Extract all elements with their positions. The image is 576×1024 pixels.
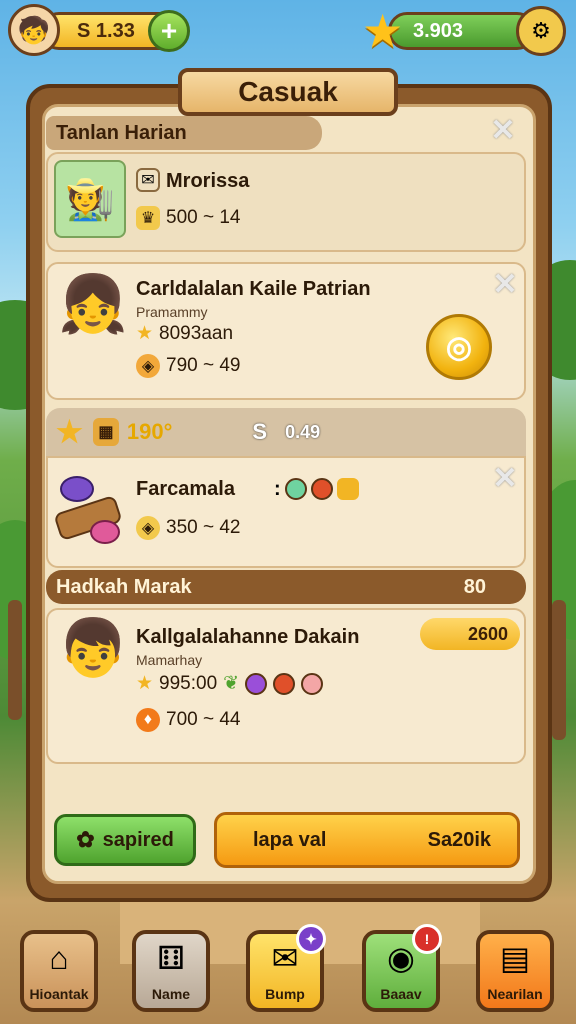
card-name: Farcamala	[136, 478, 235, 500]
nav-baaav[interactable]: ◉ Baaav !	[362, 924, 442, 1012]
close-icon[interactable]: ✕	[492, 270, 518, 300]
coin-reward-icon[interactable]: ◎	[426, 314, 492, 380]
coins-icon: ◉	[387, 940, 415, 976]
panel-title: Casuak	[178, 68, 398, 116]
market-section-header: Hadkah Marak 80	[46, 570, 526, 604]
list-item[interactable]: Farcamala : ◈ 350 ~ 42 ✕	[46, 456, 526, 568]
confirm-button[interactable]: lapa val Sa20ik	[214, 812, 520, 868]
nav-bump[interactable]: ✉ Bump ✦	[246, 924, 326, 1012]
list-item[interactable]: 👧 Carldalalan Kaile Patrian Pramammy ★ 8…	[46, 262, 526, 400]
card-icon: ▤	[499, 940, 531, 976]
card-name: Mrorissa	[166, 170, 250, 192]
player-avatar[interactable]: 🧒	[8, 4, 60, 56]
nav-home[interactable]: ⌂ Hioantak	[20, 930, 98, 1012]
card-subtitle: Mamarhay	[136, 652, 203, 668]
nav-name[interactable]: ⚅ Name	[132, 930, 210, 1012]
barrel-icon: ▦	[92, 418, 119, 446]
gear-icon: ✿	[76, 827, 95, 852]
home-icon: ⌂	[49, 940, 69, 976]
crown-icon: ♛	[136, 206, 160, 230]
orb-icon	[273, 672, 296, 695]
star-icon: ★	[136, 673, 154, 694]
gem-icon: ◈	[136, 516, 160, 540]
list-item[interactable]: 👦 Kallgalalahanne Dakain 2600 Mamarhay ★…	[46, 608, 526, 764]
notification-badge: !	[412, 924, 442, 954]
left-currency-value: S 1.33	[77, 19, 135, 42]
list-item[interactable]: 🧑‍🌾 ✉ Mrorissa ♛ 500 ~ 14	[46, 152, 526, 252]
envelope-icon: ✉	[136, 168, 160, 192]
close-icon[interactable]: ✕	[492, 464, 518, 494]
dice-icon: ⚅	[157, 940, 185, 976]
summary-bar: ★ ▦ 190° S 0.49	[46, 408, 526, 456]
close-icon[interactable]: ✕	[490, 116, 516, 146]
right-currency-value: 3.903	[413, 19, 464, 42]
resource-dots: :	[274, 478, 359, 501]
card-name: Kallgalalahanne Dakain	[136, 626, 360, 648]
flame-icon: ♦	[136, 708, 160, 732]
card-value-row: ◈ 790 ~ 49	[136, 354, 241, 378]
leaf-icon: ❦	[223, 673, 240, 694]
card-value-row: ◈ 350 ~ 42	[136, 516, 241, 540]
card-value-row: ♛ 500 ~ 14	[136, 206, 241, 230]
gear-icon: ⚙	[531, 18, 551, 43]
star-icon: ★	[56, 415, 83, 449]
character-portrait: 🧑‍🌾	[54, 160, 126, 238]
nav-nearilan[interactable]: ▤ Nearilan	[476, 930, 554, 1012]
top-bar: S 1.33 🧒 + 3.903 ★ ⚙	[0, 0, 576, 64]
settings-gear-button[interactable]: ⚙	[516, 6, 566, 56]
daily-section-header: Tanlan Harian	[46, 116, 322, 150]
right-currency-pill: 3.903	[388, 12, 536, 50]
card-value-row: ♦ 700 ~ 44	[136, 708, 241, 732]
market-count: 80	[463, 575, 486, 598]
card-stat-row: ★ 995:00 ❦	[136, 672, 324, 695]
notification-badge: ✦	[296, 924, 326, 954]
sapired-button[interactable]: ✿ sapired	[54, 814, 196, 866]
star-icon: ★	[362, 5, 404, 57]
star-icon: ★	[136, 323, 154, 344]
card-subtitle: Pramammy	[136, 304, 208, 320]
orb-icon	[301, 672, 324, 695]
card-stat-row: ★ 8093aan	[136, 322, 234, 345]
orb-icon	[245, 672, 268, 695]
add-currency-button[interactable]: +	[148, 10, 190, 52]
price-badge[interactable]: 2600	[420, 618, 520, 650]
card-name: Carldalalan Kaile Patrian	[136, 278, 371, 300]
gem-icon: ◈	[136, 354, 160, 378]
envelope-icon: ✉	[271, 940, 299, 976]
character-face: 👦	[58, 616, 128, 679]
gems-and-logs-icon	[53, 470, 126, 550]
character-face: 👧	[58, 272, 128, 335]
